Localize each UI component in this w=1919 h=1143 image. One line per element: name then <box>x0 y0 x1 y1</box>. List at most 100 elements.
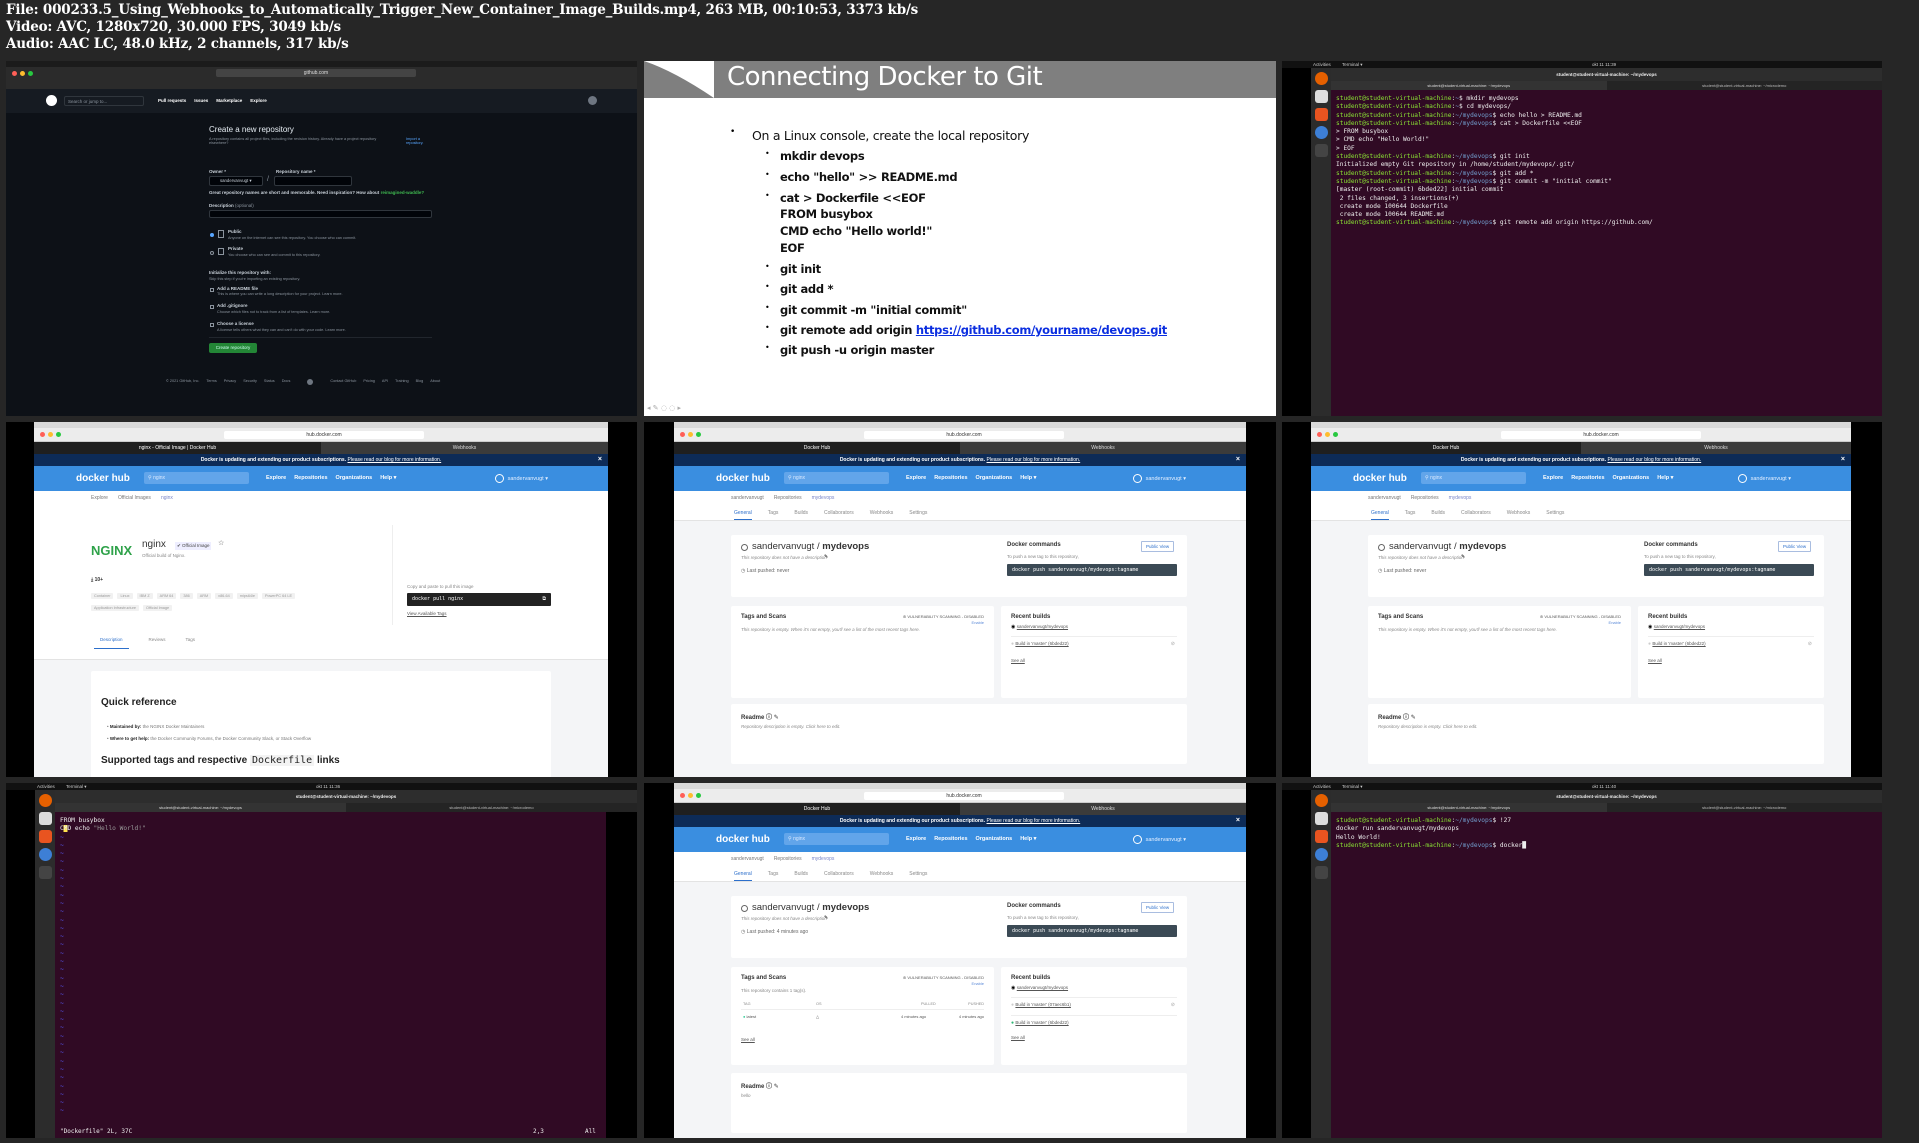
nav-explore[interactable]: Explore <box>1543 475 1563 481</box>
browser-tab[interactable]: Docker Hub <box>1311 442 1581 454</box>
tab-description[interactable]: Description <box>94 637 129 649</box>
tab-builds[interactable]: Builds <box>1431 505 1445 520</box>
build-row[interactable]: ● Build in 'master' (07aec6b1) ⊘ <box>1011 997 1177 1011</box>
cancel-build-icon[interactable]: ⊘ <box>1808 637 1812 651</box>
zoom-dot[interactable] <box>28 71 33 76</box>
browser-tab[interactable]: Webhooks <box>321 442 608 454</box>
nav-explore[interactable]: Explore <box>250 98 267 103</box>
maintainers-link[interactable]: the NGINX Docker Maintainers <box>143 724 205 729</box>
public-view-button[interactable]: Public View <box>1778 541 1812 552</box>
minimize-dot[interactable] <box>688 432 693 437</box>
tag-name[interactable]: latest <box>747 1014 757 1019</box>
breadcrumb-item[interactable]: mydevops <box>812 852 835 866</box>
enable-link[interactable]: Enable <box>972 620 984 625</box>
tab-webhooks[interactable]: Webhooks <box>1507 505 1531 520</box>
edit-icon[interactable]: ✎ <box>824 915 828 921</box>
name-suggestion[interactable]: reimagined-waddle? <box>381 190 425 195</box>
breadcrumb-item[interactable]: Repositories <box>774 491 802 505</box>
terminal-icon[interactable] <box>1314 144 1328 157</box>
build-row[interactable]: ● Build in 'master' (6bded22) ⊘ <box>1648 636 1814 650</box>
zoom-dot[interactable] <box>56 432 61 437</box>
zoom-dot[interactable] <box>696 432 701 437</box>
software-icon[interactable] <box>1314 108 1328 121</box>
minimize-dot[interactable] <box>1325 432 1330 437</box>
category-chip[interactable]: Official Image <box>143 605 173 611</box>
create-repository-button[interactable]: Create repository <box>209 343 257 353</box>
build-row[interactable]: ● Build in 'master' (6bded22) <box>1011 1015 1177 1029</box>
avatar[interactable] <box>588 96 597 105</box>
pull-command[interactable]: docker pull nginx ⧉ <box>407 593 551 606</box>
nav-help[interactable]: Help ▾ <box>380 475 396 481</box>
help-icon[interactable] <box>38 848 52 861</box>
footer-blog[interactable]: Blog <box>416 379 424 385</box>
address-bar[interactable]: hub.docker.com <box>1501 431 1701 439</box>
nav-repositories[interactable]: Repositories <box>294 475 327 481</box>
browser-tab[interactable]: Docker Hub <box>674 442 960 454</box>
browser-tab[interactable]: Webhooks <box>960 442 1246 454</box>
push-command[interactable]: docker push sandervanvugt/mydevops:tagna… <box>1007 925 1177 937</box>
tab-general[interactable]: General <box>1371 505 1389 520</box>
tab-reviews[interactable]: Reviews <box>149 637 166 649</box>
tab-webhooks[interactable]: Webhooks <box>870 866 894 881</box>
enable-link[interactable]: Enable <box>972 981 984 986</box>
dockerhub-logo[interactable]: docker hub <box>76 473 130 484</box>
avatar[interactable] <box>1132 474 1142 483</box>
breadcrumb-item[interactable]: Repositories <box>1411 491 1439 505</box>
close-icon[interactable]: × <box>1841 454 1845 466</box>
avatar[interactable] <box>1737 474 1747 483</box>
build-link[interactable]: Build in 'master' (6bded22) <box>1652 641 1705 646</box>
nav-issues[interactable]: Issues <box>194 98 208 103</box>
zoom-dot[interactable] <box>696 793 701 798</box>
terminal-tab[interactable]: student@student-virtual-machine: ~/mydev… <box>1331 81 1607 90</box>
edit-icon[interactable]: ✎ <box>1461 554 1465 560</box>
platform-chip[interactable]: IBM Z <box>136 593 153 599</box>
see-all-builds-link[interactable]: See all <box>1648 658 1662 663</box>
firefox-icon[interactable] <box>1314 72 1328 85</box>
tab-settings[interactable]: Settings <box>909 505 927 520</box>
terminal-tab[interactable]: student@student-virtual-machine: ~/micro… <box>346 803 637 812</box>
browser-tab[interactable]: Webhooks <box>1581 442 1851 454</box>
address-bar[interactable]: hub.docker.com <box>864 792 1064 800</box>
footer-contact[interactable]: Contact GitHub <box>330 379 356 385</box>
tab-collaborators[interactable]: Collaborators <box>824 505 854 520</box>
footer-pricing[interactable]: Pricing <box>363 379 375 385</box>
dockerhub-logo[interactable]: docker hub <box>1353 473 1407 484</box>
build-link[interactable]: Build in 'master' (6bded22) <box>1015 1020 1068 1025</box>
platform-chip[interactable]: 386 <box>180 593 193 599</box>
view-tags-link[interactable]: View Available Tags <box>407 611 447 616</box>
terminal-icon[interactable] <box>38 866 52 879</box>
footer-status[interactable]: Status <box>264 379 275 385</box>
breadcrumb-item[interactable]: sandervanvugt <box>731 852 764 866</box>
footer-about[interactable]: About <box>430 379 440 385</box>
close-dot[interactable] <box>680 432 685 437</box>
nav-repositories[interactable]: Repositories <box>934 475 967 481</box>
close-icon[interactable]: × <box>1236 815 1240 827</box>
build-source-link[interactable]: sandervanvugt/mydevops <box>1017 985 1068 990</box>
terminal-tab[interactable]: student@student-virtual-machine: ~/micro… <box>1607 81 1883 90</box>
avatar[interactable] <box>1132 835 1142 844</box>
breadcrumb-item[interactable]: Explore <box>91 491 108 505</box>
notice-link[interactable]: Please read our blog for more informatio… <box>987 457 1081 463</box>
owner-select[interactable]: sandervanvugt ▾ <box>209 176 263 186</box>
edit-icon[interactable]: ✎ <box>774 715 779 721</box>
files-icon[interactable] <box>1314 90 1328 103</box>
enable-link[interactable]: Enable <box>1609 620 1621 625</box>
nav-help[interactable]: Help ▾ <box>1657 475 1673 481</box>
github-logo-icon[interactable] <box>46 95 57 106</box>
avatar[interactable] <box>494 474 504 483</box>
footer-docs[interactable]: Docs <box>282 379 291 385</box>
user-menu[interactable]: sandervanvugt ▾ <box>1146 837 1186 843</box>
description-input[interactable] <box>209 210 432 218</box>
search-input[interactable]: ⚲ nginx <box>1421 472 1526 484</box>
nav-help[interactable]: Help ▾ <box>1020 475 1036 481</box>
tab-settings[interactable]: Settings <box>1546 505 1564 520</box>
public-view-button[interactable]: Public View <box>1141 902 1175 913</box>
zoom-dot[interactable] <box>1333 432 1338 437</box>
nav-organizations[interactable]: Organizations <box>976 475 1013 481</box>
footer-privacy[interactable]: Privacy <box>224 379 236 385</box>
public-radio[interactable] <box>210 233 214 237</box>
nav-organizations[interactable]: Organizations <box>1613 475 1650 481</box>
files-icon[interactable] <box>1314 812 1328 825</box>
search-input[interactable]: ⚲ nginx <box>144 472 249 484</box>
platform-chip[interactable]: ARM <box>196 593 212 599</box>
